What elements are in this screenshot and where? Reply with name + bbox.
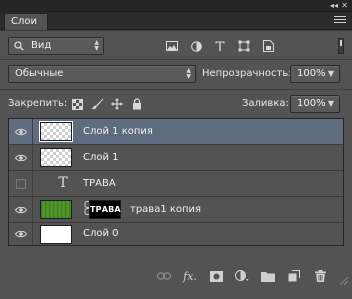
layer-row[interactable]: ТРАВА трава1 копия: [9, 197, 343, 223]
layer-thumbnail: [40, 148, 72, 167]
eye-icon: [14, 128, 27, 135]
opacity-field[interactable]: 100% ▼: [290, 65, 340, 83]
blend-mode-label: Обычные: [15, 68, 64, 79]
chevron-updown-icon: ▲ ▼: [186, 67, 191, 80]
visibility-toggle[interactable]: [9, 119, 33, 144]
filter-kind-select[interactable]: Вид ▲ ▼: [8, 37, 104, 55]
fill-field[interactable]: 100% ▼: [290, 95, 340, 113]
visibility-toggle[interactable]: [9, 145, 33, 170]
type-layer-icon: T: [58, 175, 68, 191]
lock-all-icon[interactable]: [130, 97, 144, 111]
new-layer-icon[interactable]: [286, 268, 302, 284]
visibility-toggle[interactable]: [9, 223, 33, 245]
new-group-folder-icon[interactable]: [260, 268, 276, 284]
chevron-updown-icon: ▲ ▼: [94, 39, 99, 52]
search-icon: [14, 41, 24, 51]
blend-mode-select[interactable]: Обычные ▲ ▼: [8, 65, 196, 83]
filter-kind-label: Вид: [31, 40, 52, 51]
divider: [0, 89, 352, 90]
layers-panel: Вид ▲ ▼ Обычные ▲ ▼ Непрозрачность: 100%…: [0, 31, 352, 299]
close-panel-icon[interactable]: ✕: [341, 0, 348, 12]
opacity-value: 100%: [297, 68, 326, 79]
layer-name: Слой 1 копия: [83, 126, 153, 137]
link-layers-icon[interactable]: [156, 268, 172, 284]
lock-icons: [70, 97, 144, 111]
bottom-icons: fx.: [156, 268, 328, 284]
trash-icon[interactable]: [312, 268, 328, 284]
panel-header: ◂◂ ✕: [0, 0, 352, 12]
filter-icons: [164, 37, 276, 55]
type-filter-icon[interactable]: [212, 38, 228, 54]
fill-label: Заливка:: [242, 98, 289, 109]
layer-thumbnail: [39, 121, 73, 142]
layers-list: Слой 1 копия Слой 1 T ТРАВА ТРАВА трава1…: [8, 118, 344, 246]
lock-transparency-icon[interactable]: [70, 97, 84, 111]
eye-icon: [14, 230, 27, 238]
image-filter-icon[interactable]: [164, 38, 180, 54]
layer-name: Слой 1: [83, 152, 119, 163]
layer-name: Слой 0: [83, 228, 119, 239]
add-layer-style-button[interactable]: fx.: [182, 268, 198, 284]
add-mask-icon[interactable]: [208, 268, 224, 284]
chevron-down-icon[interactable]: ▼: [328, 96, 334, 112]
lock-row: Закрепить: Заливка: 100% ▼: [8, 95, 344, 113]
eye-icon: [14, 206, 27, 213]
lock-pixels-brush-icon[interactable]: [90, 97, 104, 111]
layer-row[interactable]: Слой 1 копия: [9, 119, 343, 145]
fill-value: 100%: [297, 98, 326, 109]
eye-icon: [14, 154, 27, 161]
filter-toggle-switch[interactable]: [338, 38, 344, 54]
hidden-visibility-box: [15, 178, 26, 189]
layer-row[interactable]: Слой 0: [9, 223, 343, 245]
lock-position-move-icon[interactable]: [110, 97, 124, 111]
filter-row: Вид ▲ ▼: [8, 37, 344, 55]
resize-grip-icon[interactable]: [340, 277, 348, 285]
layer-name: ТРАВА: [83, 178, 116, 189]
blend-row: Обычные ▲ ▼ Непрозрачность: 100% ▼: [8, 65, 344, 83]
chevron-down-icon[interactable]: ▼: [328, 66, 334, 82]
layer-name: трава1 копия: [130, 204, 202, 215]
adjustment-filter-icon[interactable]: [188, 38, 204, 54]
panel-menu-icon[interactable]: [334, 16, 346, 26]
lock-label: Закрепить:: [8, 98, 68, 109]
layer-mask-thumbnail[interactable]: ТРАВА: [89, 200, 121, 219]
layer-thumbnail: [40, 200, 72, 219]
tab-layers[interactable]: Слои: [4, 13, 48, 30]
layer-thumbnail: [40, 225, 72, 244]
tab-bar: Слои: [0, 12, 352, 30]
visibility-toggle[interactable]: [9, 171, 33, 196]
layer-row[interactable]: Слой 1: [9, 145, 343, 171]
visibility-toggle[interactable]: [9, 197, 33, 222]
collapse-panel-icon[interactable]: ◂◂: [330, 0, 338, 12]
new-adjustment-layer-icon[interactable]: [234, 268, 250, 284]
smart-object-filter-icon[interactable]: [260, 38, 276, 54]
opacity-label: Непрозрачность:: [202, 68, 292, 79]
bottom-toolbar: fx.: [0, 265, 352, 287]
layer-row[interactable]: T ТРАВА: [9, 171, 343, 197]
divider: [0, 59, 352, 60]
shape-filter-icon[interactable]: [236, 38, 252, 54]
